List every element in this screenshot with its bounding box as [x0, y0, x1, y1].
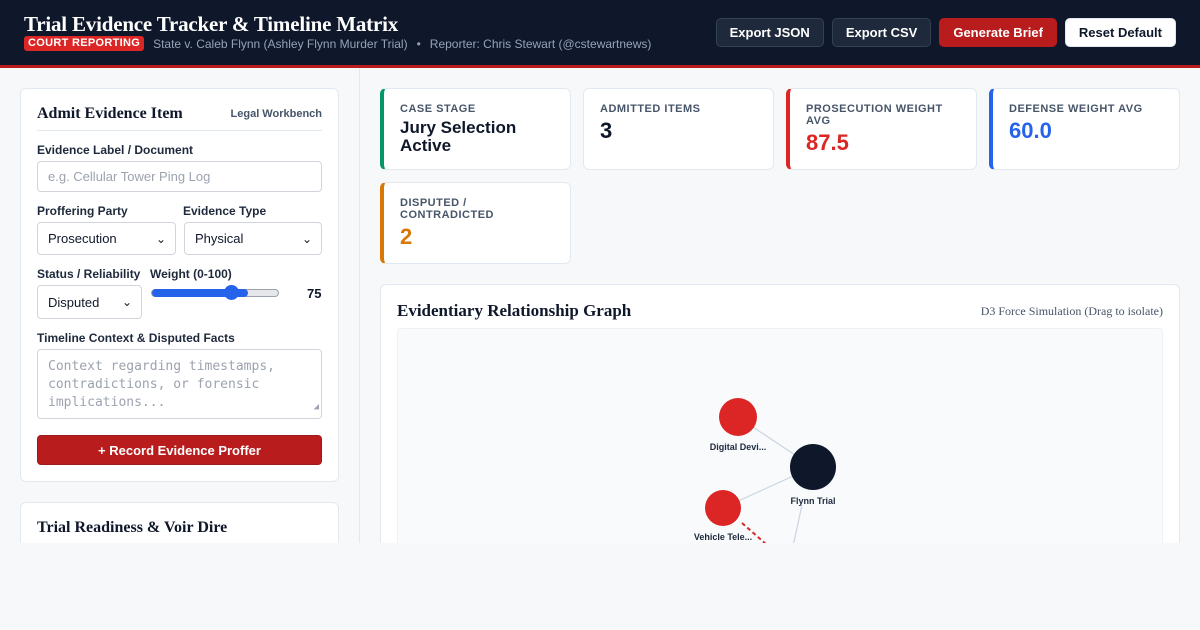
admit-evidence-panel: Admit Evidence Item Legal Workbench Evid… — [20, 88, 339, 482]
evidence-type-caption: Evidence Type — [183, 204, 267, 218]
evidence-label-input[interactable]: e.g. Cellular Tower Ping Log — [37, 161, 322, 192]
evidence-label-caption: Evidence Label / Document — [37, 143, 194, 157]
graph-link-flynn-offscreen — [793, 504, 803, 543]
prosecution-weight-label: PROSECUTION WEIGHT AVG — [806, 103, 943, 127]
case-stage-value: Jury Selection Active — [400, 118, 517, 155]
resize-grip-icon[interactable]: ◢ — [314, 398, 319, 416]
prosecution-weight-value: 87.5 — [806, 130, 849, 155]
disputed-value: 2 — [400, 224, 413, 249]
disputed-label: DISPUTED / CONTRADICTED — [400, 197, 494, 221]
defense-weight-value: 60.0 — [1009, 118, 1052, 143]
admitted-items-value: 3 — [600, 118, 613, 143]
defense-weight-card: DEFENSE WEIGHT AVG 60.0 — [989, 88, 1180, 170]
defense-weight-label: DEFENSE WEIGHT AVG — [1009, 103, 1143, 115]
case-stage-label: CASE STAGE — [400, 103, 476, 115]
weight-slider[interactable] — [151, 285, 279, 300]
timeline-context-placeholder: Context regarding timestamps, contradict… — [48, 359, 275, 410]
graph-node-vehicle[interactable] — [705, 490, 741, 526]
trial-readiness-panel: Trial Readiness & Voir Dire — [20, 502, 339, 543]
graph-node-digital[interactable] — [719, 398, 757, 436]
force-graph-svg[interactable]: Digital Devi... Flynn Trial Vehicle Tele..… — [398, 329, 1163, 543]
evidence-type-value: Physical — [195, 231, 244, 246]
left-sidebar: Admit Evidence Item Legal Workbench Evid… — [0, 68, 360, 543]
reset-default-button[interactable]: Reset Default — [1064, 18, 1176, 47]
record-evidence-button[interactable]: + Record Evidence Proffer — [37, 435, 322, 465]
weight-caption: Weight (0-100) — [150, 267, 232, 281]
export-json-button[interactable]: Export JSON — [715, 18, 824, 47]
case-stage-card: CASE STAGE Jury Selection Active — [380, 88, 571, 170]
case-subline: COURT REPORTING State v. Caleb Flynn (As… — [24, 36, 651, 51]
graph-node-label-digital: Digital Devi... — [710, 442, 767, 452]
header-actions: Export JSON Export CSV Generate Brief Re… — [715, 18, 1176, 47]
timeline-context-caption: Timeline Context & Disputed Facts — [37, 331, 235, 345]
reporter-credit: Reporter: Chris Stewart (@cstewartnews) — [429, 36, 652, 51]
graph-node-label-vehicle: Vehicle Tele... — [694, 532, 752, 542]
bullet-separator: • — [416, 36, 421, 51]
chevron-down-icon: ⌄ — [121, 295, 132, 309]
legal-workbench-tag: Legal Workbench — [230, 108, 322, 120]
app-title: Trial Evidence Tracker & Timeline Matrix — [24, 12, 399, 36]
status-caption: Status / Reliability — [37, 267, 141, 281]
disputed-card: DISPUTED / CONTRADICTED 2 — [380, 182, 571, 264]
court-reporting-badge: COURT REPORTING — [24, 36, 145, 51]
relationship-graph-panel: Evidentiary Relationship Graph D3 Force … — [380, 284, 1180, 543]
graph-title: Evidentiary Relationship Graph — [397, 301, 632, 320]
weight-value: 75 — [307, 286, 322, 301]
status-select[interactable]: Disputed ⌄ — [37, 285, 142, 319]
export-csv-button[interactable]: Export CSV — [831, 18, 932, 47]
admitted-items-label: ADMITTED ITEMS — [600, 103, 701, 115]
graph-note: D3 Force Simulation (Drag to isolate) — [980, 304, 1163, 318]
graph-node-label-flynn: Flynn Trial — [790, 496, 835, 506]
timeline-context-textarea[interactable]: Context regarding timestamps, contradict… — [37, 349, 322, 419]
chevron-down-icon: ⌄ — [155, 231, 166, 246]
top-header: Trial Evidence Tracker & Timeline Matrix… — [0, 0, 1200, 68]
status-value: Disputed — [48, 294, 100, 310]
panel-title: Admit Evidence Item — [37, 105, 183, 122]
generate-brief-button[interactable]: Generate Brief — [939, 18, 1057, 47]
proffering-party-value: Prosecution — [48, 231, 117, 246]
admitted-items-card: ADMITTED ITEMS 3 — [583, 88, 774, 170]
chevron-down-icon: ⌄ — [301, 231, 312, 246]
trial-readiness-title: Trial Readiness & Voir Dire — [37, 519, 228, 536]
panel-header: Admit Evidence Item Legal Workbench — [37, 105, 322, 131]
evidence-label-placeholder: e.g. Cellular Tower Ping Log — [48, 169, 211, 184]
weight-slider-handle[interactable] — [224, 285, 239, 300]
evidence-type-select[interactable]: Physical ⌄ — [184, 222, 322, 255]
graph-canvas[interactable]: Digital Devi... Flynn Trial Vehicle Tele..… — [397, 328, 1163, 543]
prosecution-weight-card: PROSECUTION WEIGHT AVG 87.5 — [786, 88, 977, 170]
proffering-party-select[interactable]: Prosecution ⌄ — [37, 222, 176, 255]
graph-node-flynn[interactable] — [790, 444, 836, 490]
app-viewport: Trial Evidence Tracker & Timeline Matrix… — [0, 0, 1200, 543]
proffering-party-caption: Proffering Party — [37, 204, 128, 218]
case-name: State v. Caleb Flynn (Ashley Flynn Murde… — [153, 36, 408, 51]
